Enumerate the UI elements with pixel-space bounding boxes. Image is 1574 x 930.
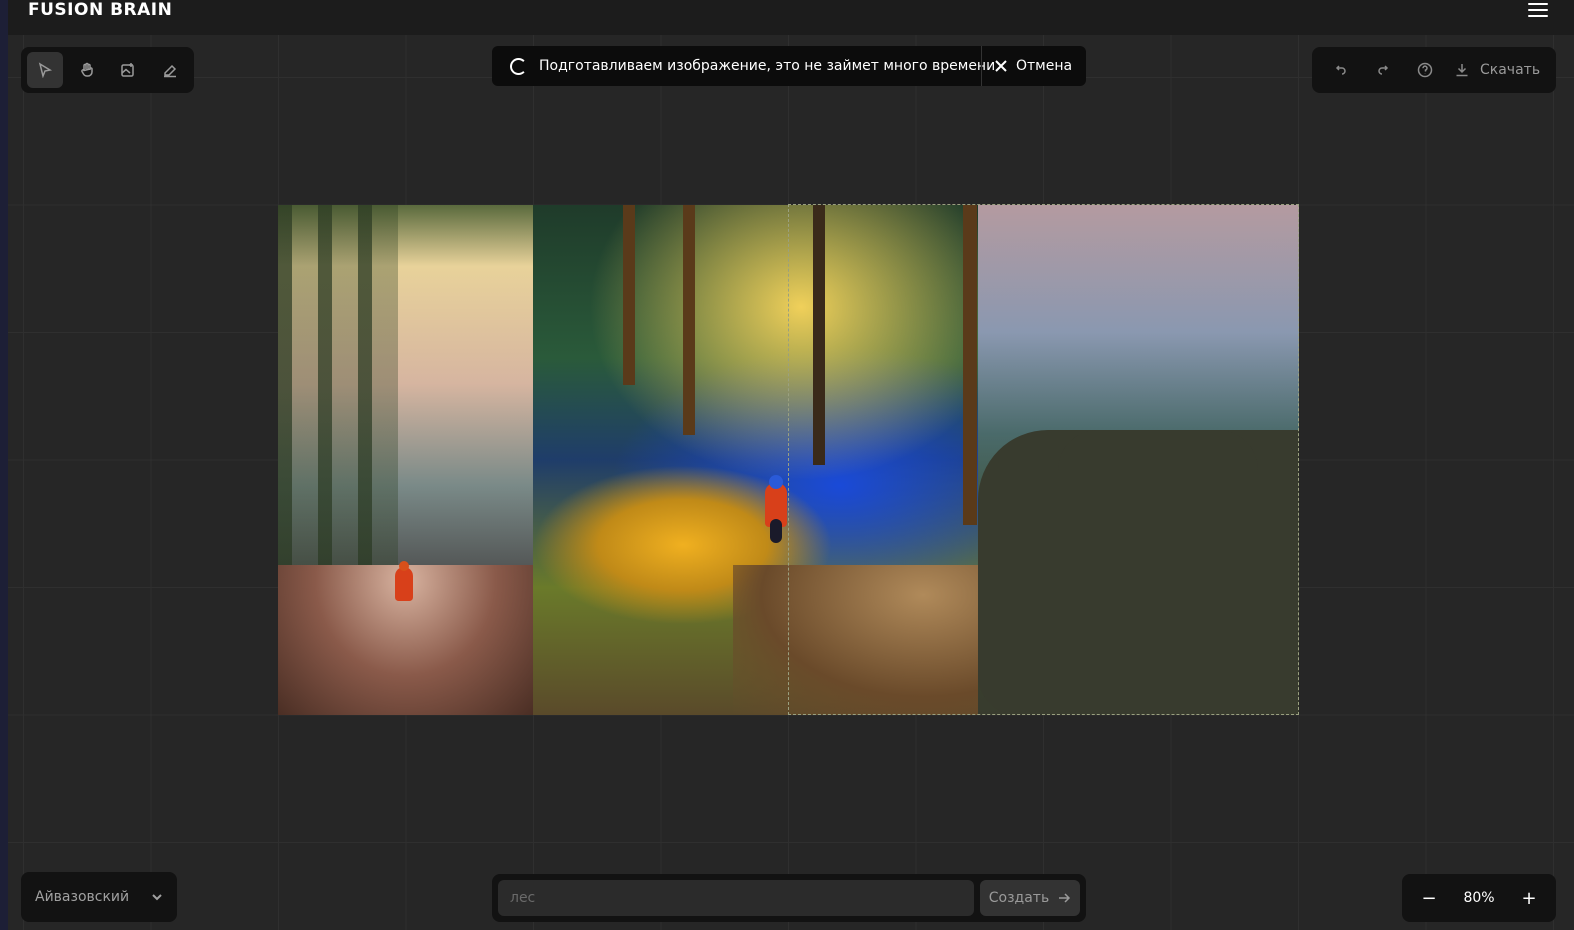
select-tool-button[interactable] [27,52,63,88]
generated-image[interactable] [278,205,1299,715]
style-select-value: Айвазовский [35,889,130,905]
zoom-control: − 80% + [1402,874,1556,922]
eraser-icon [164,64,177,78]
add-image-tool-button[interactable] [111,52,147,88]
help-circle-icon [1417,62,1433,78]
redo-icon [1378,65,1389,75]
download-button[interactable]: Скачать [1448,62,1540,78]
logo: FUSION BRAIN [28,0,173,20]
hand-tool-button[interactable] [69,52,105,88]
loading-spinner-icon [510,58,527,75]
arrow-right-icon [1059,893,1071,903]
cursor-arrow-icon [38,62,52,78]
image-tile-left [278,205,533,715]
status-toast: Подготавливаем изображение, это не займе… [492,46,1086,86]
help-button[interactable] [1406,52,1444,88]
create-button[interactable]: Создать [980,880,1080,916]
redo-button[interactable] [1364,52,1402,88]
actions-panel: Скачать [1312,47,1556,93]
status-message: Подготавливаем изображение, это не займе… [539,58,996,74]
eraser-tool-button[interactable] [152,52,188,88]
cancel-label: Отмена [1016,58,1073,74]
prompt-input[interactable] [498,880,974,916]
hamburger-menu-icon[interactable] [1528,2,1548,18]
tool-panel [21,47,194,93]
close-icon [995,60,1007,72]
image-plus-icon [121,63,135,77]
download-icon [1456,64,1468,77]
style-select[interactable]: Айвазовский [21,872,177,922]
cancel-button[interactable]: Отмена [982,46,1086,86]
chevron-down-icon [152,894,162,901]
zoom-level: 80% [1463,890,1495,906]
left-edge-strip [0,0,8,930]
top-bar: FUSION BRAIN [8,0,1574,35]
create-label: Создать [988,890,1050,906]
zoom-in-button[interactable]: + [1518,887,1540,909]
download-label: Скачать [1480,62,1541,78]
zoom-out-button[interactable]: − [1418,887,1440,909]
undo-button[interactable] [1322,52,1360,88]
undo-icon [1335,65,1346,75]
prompt-bar: Создать [492,874,1086,922]
hand-icon [80,62,93,77]
